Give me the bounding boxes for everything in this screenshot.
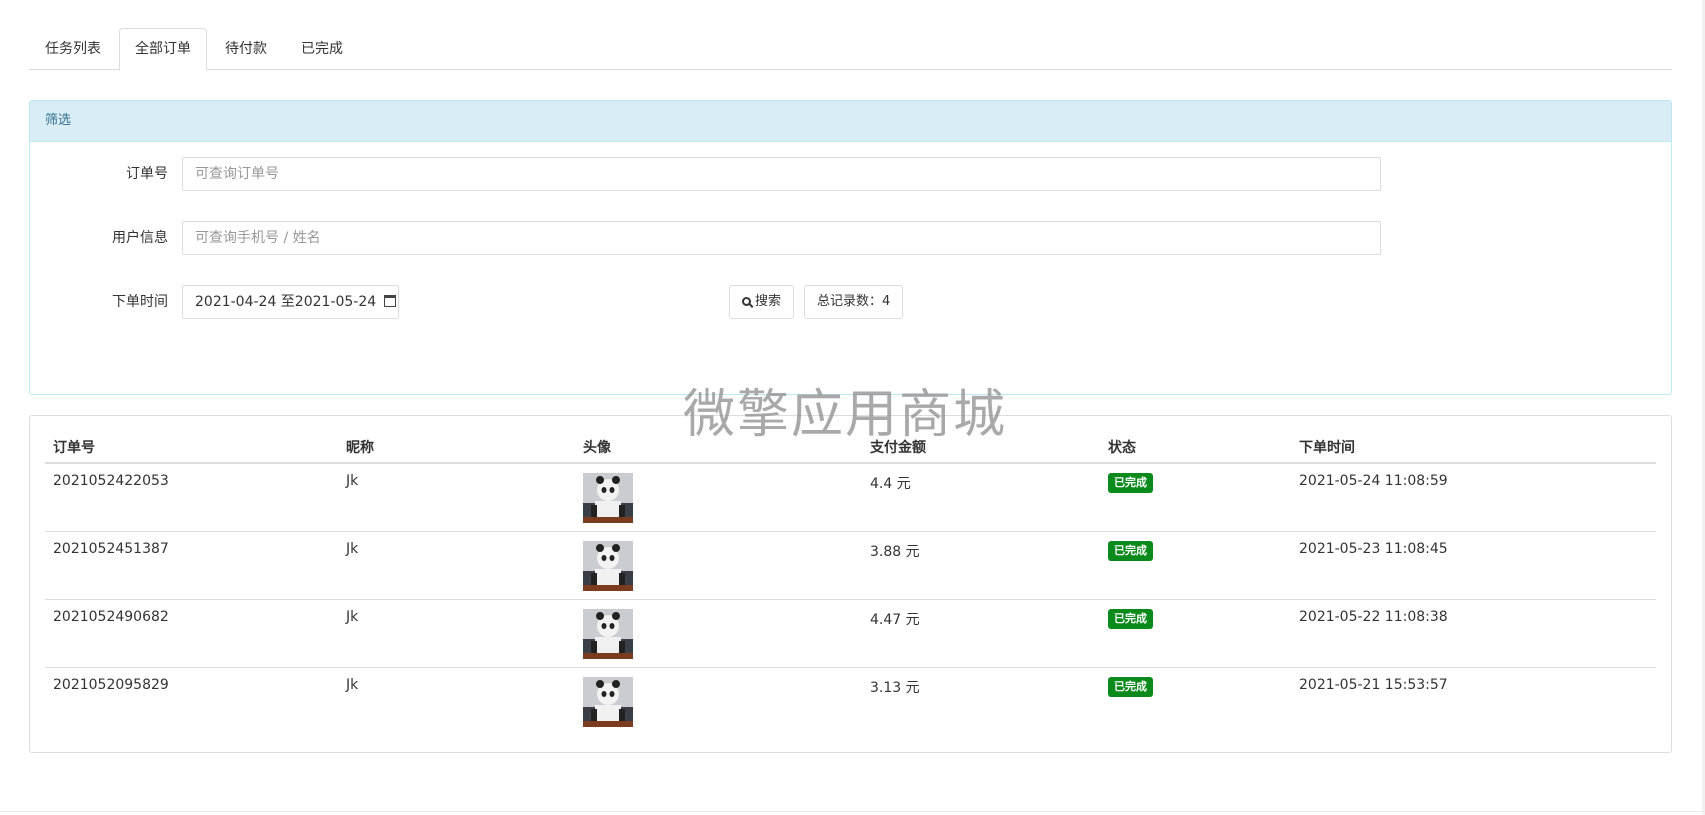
cell-status: 已完成 [1100, 668, 1291, 736]
status-badge: 已完成 [1108, 473, 1153, 493]
cell-amount: 4.47 元 [862, 599, 1100, 668]
cell-status: 已完成 [1100, 463, 1291, 532]
status-badge: 已完成 [1108, 541, 1153, 561]
status-badge: 已完成 [1108, 609, 1153, 629]
table-row: 2021052095829 Jk 3.13 元 已完成 2021-05-21 1… [45, 668, 1656, 736]
search-button[interactable]: 搜索 [729, 285, 795, 319]
header-status: 状态 [1100, 432, 1291, 464]
orders-table-panel: 订单号 昵称 头像 支付金额 状态 下单时间 2021052422053 Jk … [29, 415, 1672, 753]
cell-nickname: Jk [338, 531, 575, 600]
cell-nickname: Jk [338, 599, 575, 668]
table-header-row: 订单号 昵称 头像 支付金额 状态 下单时间 [45, 432, 1656, 464]
cell-order-time: 2021-05-24 11:08:59 [1291, 463, 1656, 532]
tab-pending-payment[interactable]: 待付款 [209, 28, 283, 70]
header-order-no: 订单号 [45, 432, 338, 464]
user-info-label: 用户信息 [112, 230, 168, 246]
date-range-picker[interactable]: 2021-04-24 至2021-05-24 [182, 285, 399, 319]
tab-completed[interactable]: 已完成 [285, 28, 359, 70]
order-time-row: 下单时间 2021-04-24 至2021-05-24 搜索 总记录数：4 [30, 285, 1671, 319]
cell-avatar [575, 463, 862, 532]
order-time-label: 下单时间 [112, 294, 168, 310]
date-range-value: 2021-04-24 至2021-05-24 [195, 294, 377, 310]
tab-bar: 任务列表 全部订单 待付款 已完成 [29, 28, 1672, 71]
user-info-input[interactable]: 可查询手机号 / 姓名 [182, 221, 1381, 255]
cell-order-no: 2021052422053 [45, 463, 338, 532]
avatar [583, 473, 633, 523]
table-row: 2021052490682 Jk 4.47 元 已完成 2021-05-22 1… [45, 599, 1656, 668]
cell-nickname: Jk [338, 463, 575, 532]
cell-order-no: 2021052095829 [53, 677, 169, 693]
search-button-label: 搜索 [755, 294, 782, 309]
cell-status: 已完成 [1100, 531, 1291, 600]
cell-order-time: 2021-05-21 15:53:57 [1299, 677, 1448, 693]
filter-panel: 筛选 订单号 可查询订单号 用户信息 可查询手机号 / 姓名 下单时间 2021… [29, 100, 1672, 395]
cell-status: 已完成 [1100, 599, 1291, 668]
cell-avatar [575, 531, 862, 600]
status-badge: 已完成 [1108, 677, 1153, 697]
cell-amount: 4.4 元 [862, 463, 1100, 532]
bottom-divider [0, 811, 1705, 812]
cell-order-time: 2021-05-23 11:08:45 [1291, 531, 1656, 600]
header-amount: 支付金额 [862, 432, 1100, 464]
user-info-row: 用户信息 可查询手机号 / 姓名 [30, 221, 1671, 255]
cell-order-no: 2021052490682 [45, 599, 338, 668]
orders-table: 订单号 昵称 头像 支付金额 状态 下单时间 2021052422053 Jk … [45, 432, 1656, 735]
tab-all-orders[interactable]: 全部订单 [119, 28, 207, 71]
cell-nickname: Jk [346, 677, 359, 693]
page: 任务列表 全部订单 待付款 已完成 筛选 订单号 可查询订单号 用户信息 可查询… [29, 28, 1672, 753]
cell-amount: 3.13 元 [870, 680, 920, 696]
table-row: 2021052451387 Jk 3.88 元 已完成 2021-05-23 1… [45, 531, 1656, 600]
header-avatar: 头像 [575, 432, 862, 464]
order-no-row: 订单号 可查询订单号 [30, 157, 1671, 191]
cell-order-no: 2021052451387 [45, 531, 338, 600]
table-row: 2021052422053 Jk 4.4 元 已完成 2021-05-24 11… [45, 463, 1656, 532]
search-icon [742, 297, 751, 306]
calendar-icon [383, 295, 396, 307]
cell-avatar [575, 599, 862, 668]
cell-order-time: 2021-05-22 11:08:38 [1291, 599, 1656, 668]
order-no-label: 订单号 [126, 166, 168, 182]
header-nickname: 昵称 [338, 432, 575, 464]
total-records-button: 总记录数：4 [804, 285, 904, 319]
cell-amount: 3.88 元 [862, 531, 1100, 600]
header-order-time: 下单时间 [1291, 432, 1656, 464]
avatar [583, 541, 633, 591]
avatar [583, 677, 633, 727]
avatar [583, 609, 633, 659]
tab-task-list[interactable]: 任务列表 [29, 28, 117, 70]
filter-panel-title: 筛选 [30, 101, 1671, 142]
order-no-input[interactable]: 可查询订单号 [182, 157, 1381, 191]
cell-avatar [575, 668, 862, 736]
